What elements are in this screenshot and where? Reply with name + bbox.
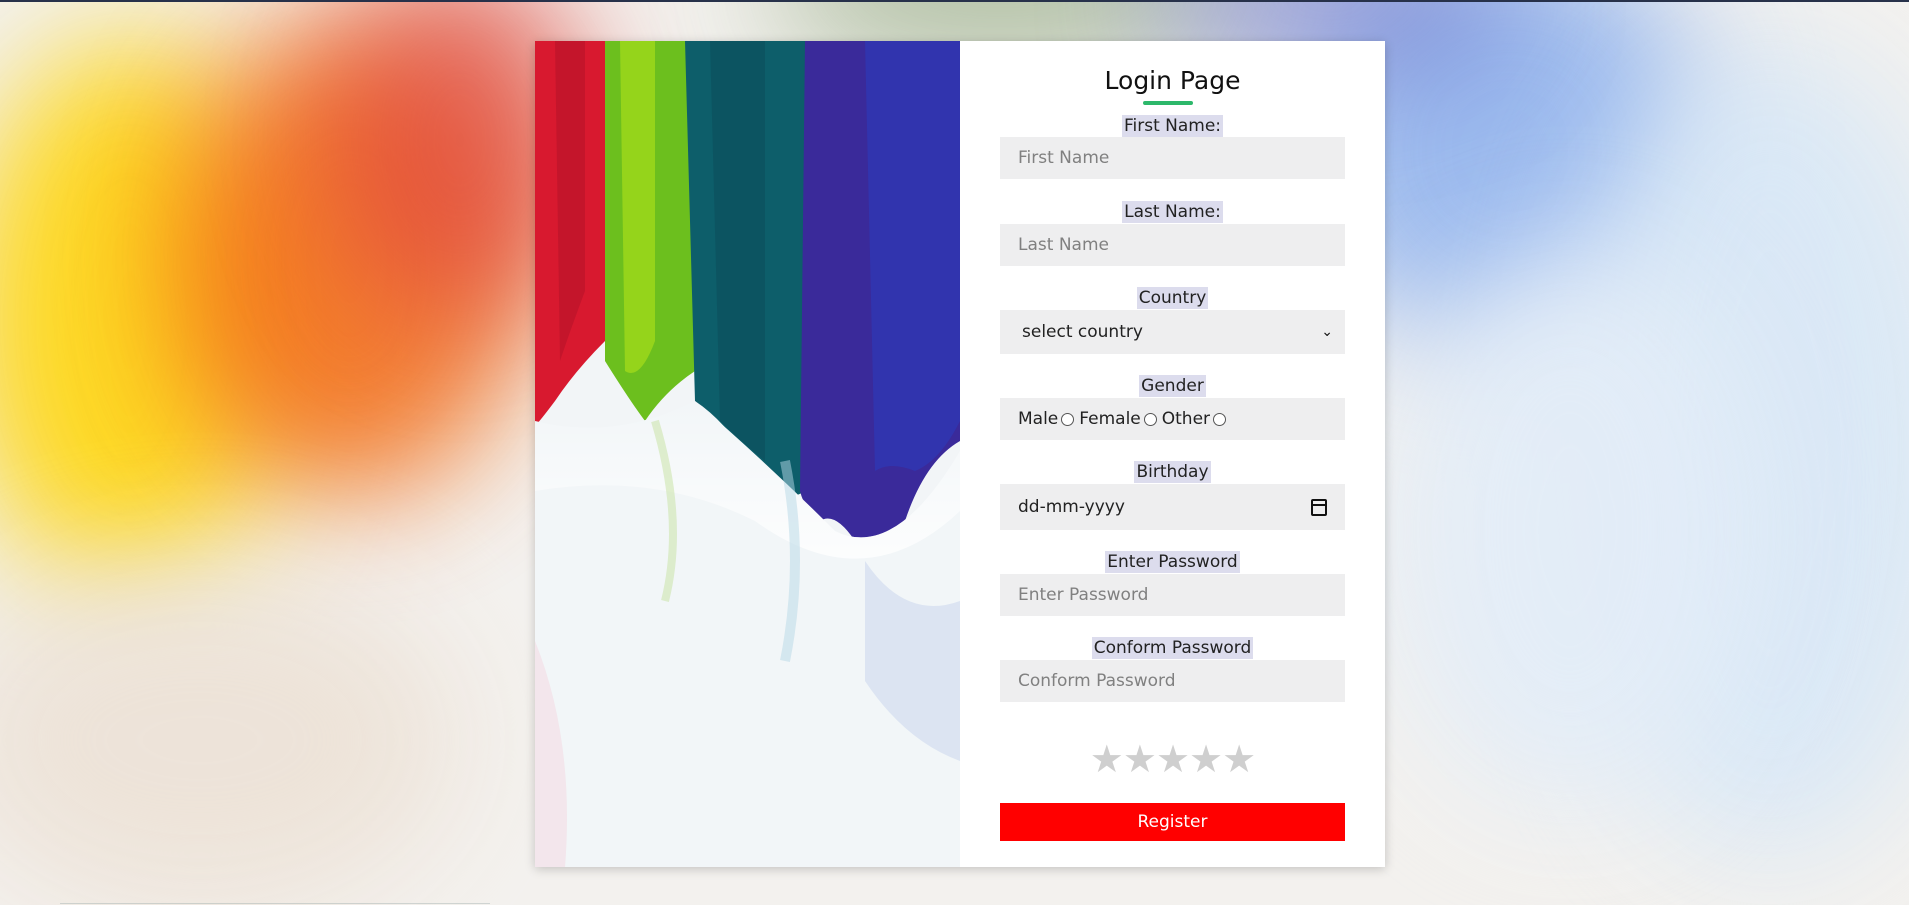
country-selected-value: select country bbox=[1022, 322, 1143, 342]
top-border bbox=[0, 0, 1909, 2]
background-blur bbox=[0, 560, 460, 905]
calendar-icon[interactable] bbox=[1311, 498, 1327, 516]
birthday-label-text: Birthday bbox=[1134, 461, 1211, 483]
register-button[interactable]: Register bbox=[1000, 803, 1345, 841]
first-name-label-text: First Name: bbox=[1121, 115, 1224, 137]
confirm-password-label-text: Conform Password bbox=[1091, 637, 1254, 659]
first-name-input[interactable] bbox=[1000, 137, 1345, 179]
star-icon[interactable]: ★ bbox=[1189, 737, 1223, 781]
gender-option-other-label: Other bbox=[1161, 409, 1211, 429]
chevron-down-icon: ⌄ bbox=[1321, 324, 1333, 340]
first-name-label: First Name: bbox=[960, 115, 1385, 137]
background: Login Page First Name: Last Name: Countr… bbox=[0, 0, 1909, 905]
country-select[interactable]: select country ⌄ bbox=[1000, 310, 1345, 354]
register-form: Login Page First Name: Last Name: Countr… bbox=[960, 41, 1385, 867]
country-label-text: Country bbox=[1136, 287, 1209, 309]
confirm-password-input[interactable] bbox=[1000, 660, 1345, 702]
gender-option-male-label: Male bbox=[1018, 409, 1059, 429]
last-name-label-text: Last Name: bbox=[1122, 201, 1223, 223]
gender-female-radio[interactable] bbox=[1143, 412, 1157, 426]
birthday-date-input[interactable]: dd-mm-yyyy bbox=[1000, 484, 1345, 530]
login-card: Login Page First Name: Last Name: Countr… bbox=[535, 41, 1385, 867]
country-label: Country bbox=[960, 287, 1385, 309]
star-icon[interactable]: ★ bbox=[1156, 737, 1190, 781]
page-title: Login Page bbox=[1104, 66, 1241, 95]
password-label-text: Enter Password bbox=[1105, 551, 1240, 573]
star-icon[interactable]: ★ bbox=[1090, 737, 1124, 781]
birthday-value: dd-mm-yyyy bbox=[1018, 497, 1125, 517]
divider bbox=[60, 903, 490, 904]
gender-other-radio[interactable] bbox=[1213, 412, 1227, 426]
last-name-input[interactable] bbox=[1000, 224, 1345, 266]
gender-label: Gender bbox=[960, 375, 1385, 397]
star-rating: ★★★★★ bbox=[960, 737, 1385, 781]
paint-strokes-artwork bbox=[535, 41, 960, 867]
password-label: Enter Password bbox=[960, 551, 1385, 573]
birthday-label: Birthday bbox=[960, 461, 1385, 483]
star-icon[interactable]: ★ bbox=[1123, 737, 1157, 781]
gender-label-text: Gender bbox=[1139, 375, 1206, 397]
background-blur bbox=[1380, 250, 1760, 810]
gender-male-radio[interactable] bbox=[1061, 412, 1075, 426]
last-name-label: Last Name: bbox=[960, 201, 1385, 223]
star-icon[interactable]: ★ bbox=[1222, 737, 1256, 781]
password-input[interactable] bbox=[1000, 574, 1345, 616]
confirm-password-label: Conform Password bbox=[960, 637, 1385, 659]
title-underline bbox=[1143, 101, 1193, 105]
painting-image bbox=[535, 41, 960, 867]
gender-option-female-label: Female bbox=[1079, 409, 1141, 429]
gender-radio-group: Male Female Other bbox=[1000, 398, 1345, 440]
